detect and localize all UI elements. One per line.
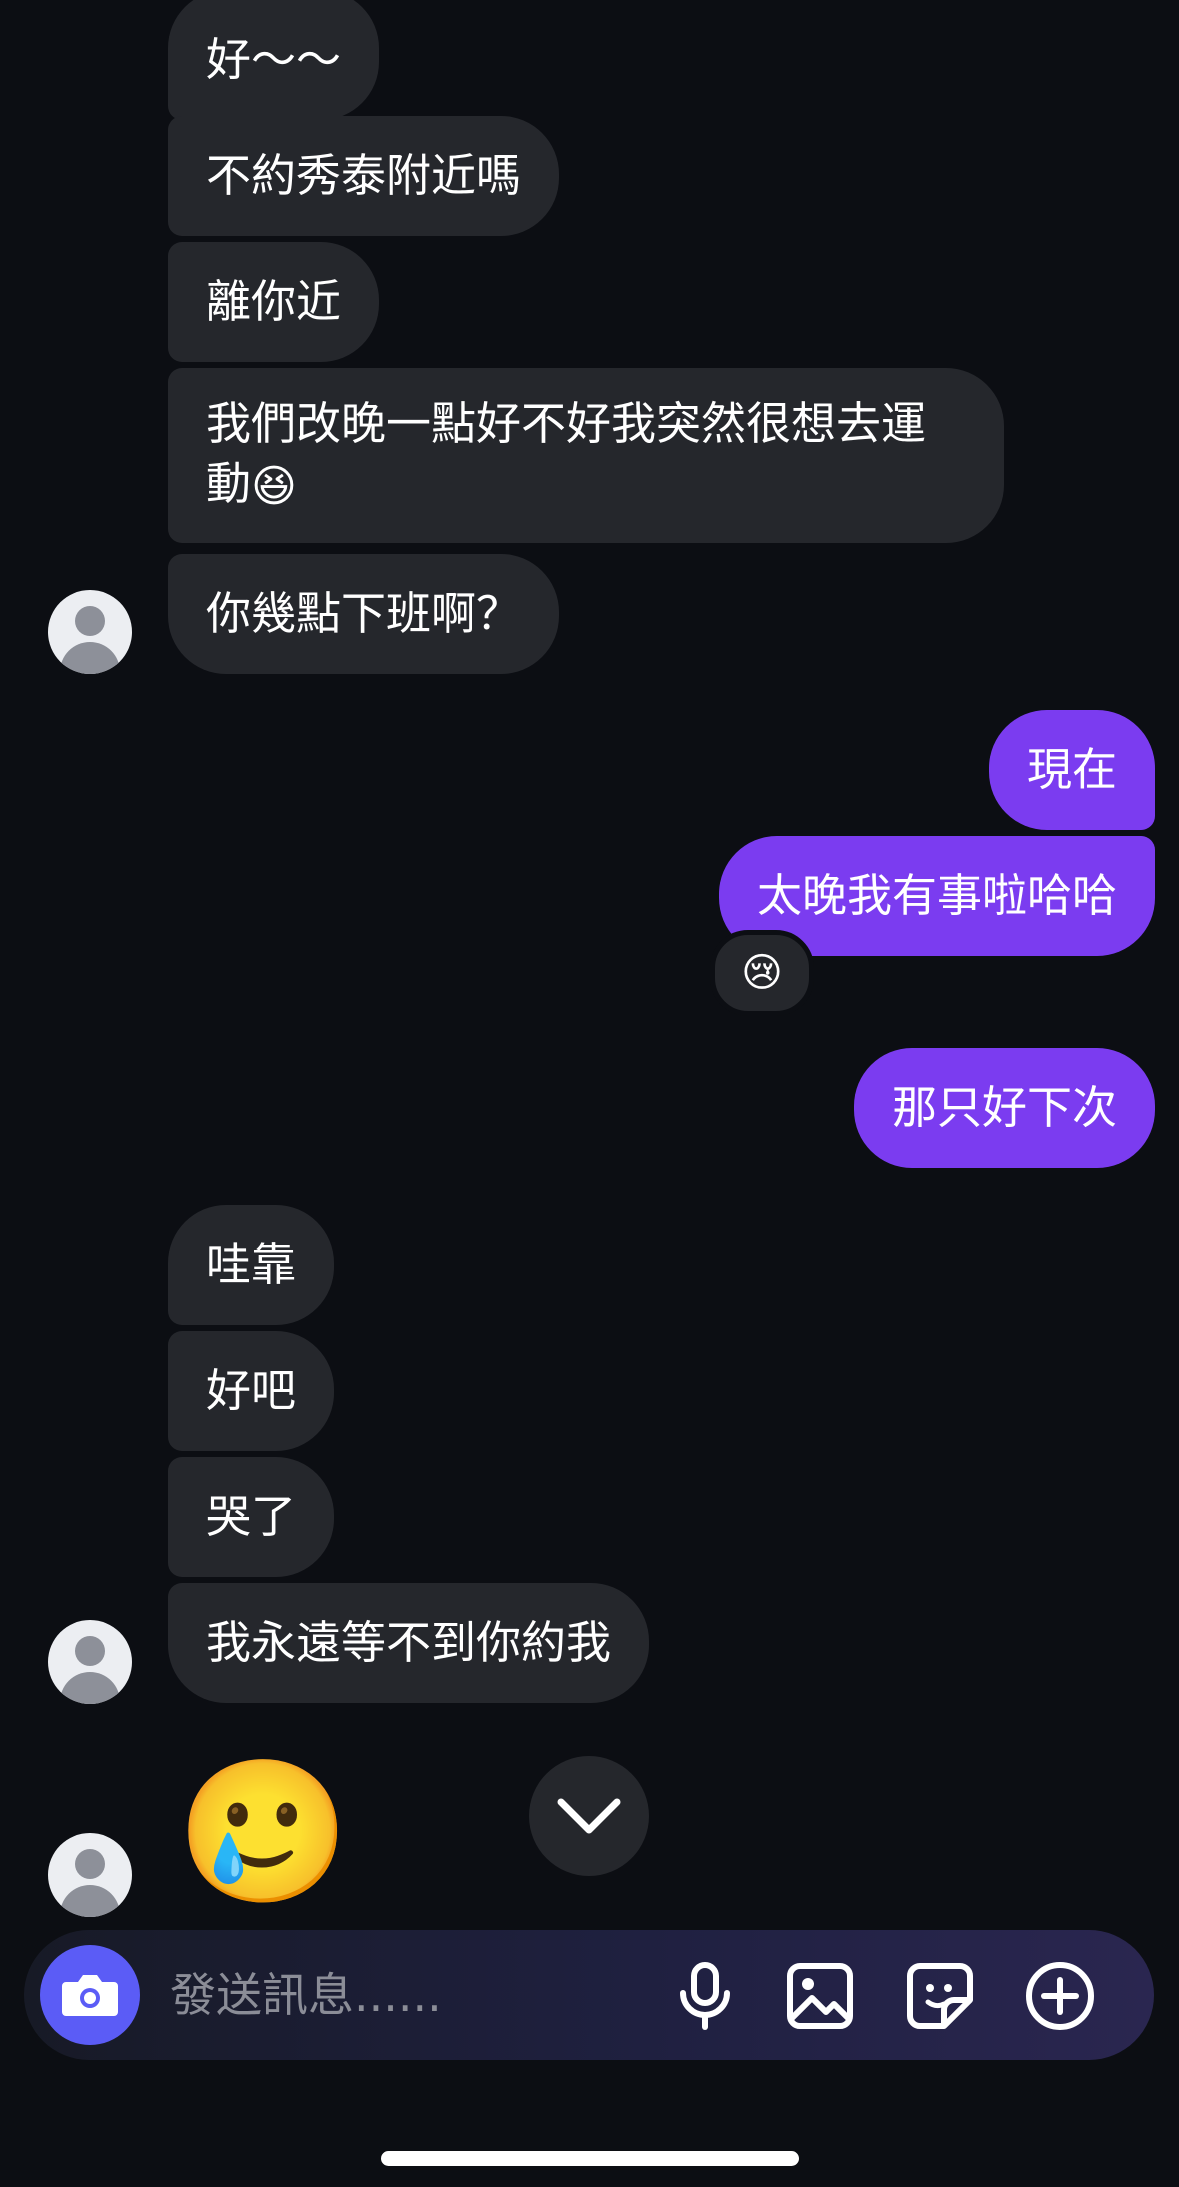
incoming-message[interactable]: 你幾點下班啊？ [168, 554, 560, 674]
avatar-icon-body [60, 1672, 120, 1704]
avatar-icon-body [60, 642, 120, 674]
incoming-message[interactable]: 好～～ [168, 0, 380, 120]
incoming-message[interactable]: 我們改晚一點好不好我突然很想去運動😆 [168, 368, 1004, 543]
message-composer: 發送訊息...... [24, 1930, 1154, 2060]
image-icon [787, 1963, 853, 2029]
avatar-icon-head [75, 606, 105, 636]
incoming-message[interactable]: 我永遠等不到你約我 [168, 1583, 650, 1703]
incoming-message[interactable]: 好吧 [168, 1331, 335, 1451]
smiling-tear-emoji: 🥲 [176, 1751, 351, 1914]
contact-avatar[interactable] [48, 1833, 132, 1917]
incoming-message[interactable]: 離你近 [168, 242, 380, 362]
message-text: 那只好下次 [891, 1081, 1117, 1134]
message-text: 太晚我有事啦哈哈 [756, 869, 1117, 922]
sticker-icon [907, 1963, 973, 2029]
camera-icon [62, 1975, 118, 2016]
message-text: 好吧 [206, 1364, 297, 1417]
outgoing-message[interactable]: 現在 [988, 710, 1155, 830]
message-text: 不約秀泰附近嗎 [206, 149, 522, 202]
message-text: 哇靠 [206, 1238, 297, 1291]
more-options-button[interactable] [1024, 1960, 1096, 2032]
message-text: 哭了 [206, 1490, 297, 1543]
voice-button[interactable] [669, 1960, 741, 2032]
avatar-icon-head [75, 1849, 105, 1879]
message-reaction[interactable]: 😢 [710, 930, 814, 1016]
microphone-icon [680, 1962, 730, 2030]
outgoing-message[interactable]: 那只好下次 [853, 1048, 1155, 1168]
message-text: 現在 [1026, 743, 1117, 796]
gallery-button[interactable] [784, 1960, 856, 2032]
message-input[interactable]: 發送訊息...... [170, 1965, 442, 2025]
emoji-message[interactable]: 🥲 [176, 1758, 350, 1908]
camera-button[interactable] [40, 1945, 140, 2045]
incoming-message[interactable]: 哭了 [168, 1457, 335, 1577]
incoming-message[interactable]: 哇靠 [168, 1205, 335, 1325]
avatar-icon-body [60, 1885, 120, 1917]
sticker-button[interactable] [904, 1960, 976, 2032]
scroll-to-bottom-button[interactable] [529, 1756, 649, 1876]
avatar-icon-head [75, 1636, 105, 1666]
contact-avatar[interactable] [48, 1620, 132, 1704]
contact-avatar[interactable] [48, 590, 132, 674]
incoming-message[interactable]: 不約秀泰附近嗎 [168, 116, 560, 236]
plus-circle-icon [1026, 1962, 1094, 2030]
laughing-emoji: 😆 [251, 461, 297, 512]
message-text: 我們改晚一點好不好我突然很想去運動 [206, 397, 927, 510]
message-text: 離你近 [206, 275, 342, 328]
crying-emoji: 😢 [741, 950, 783, 996]
home-indicator[interactable] [381, 2151, 799, 2166]
message-text: 你幾點下班啊？ [206, 587, 522, 640]
message-text: 我永遠等不到你約我 [206, 1616, 612, 1669]
message-text: 好～～ [206, 33, 342, 86]
chevron-down-icon [557, 1798, 621, 1834]
